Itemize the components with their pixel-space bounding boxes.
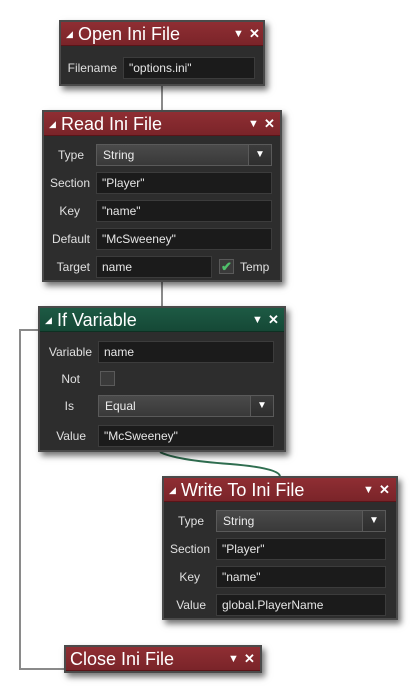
collapse-triangle-icon[interactable]: ◢ (49, 112, 56, 136)
dropdown-arrow-icon[interactable]: ▼ (252, 308, 263, 332)
key-label: Key (59, 204, 80, 218)
write-to-ini-file-header[interactable]: ◢ Write To Ini File ▼ ✕ (164, 478, 396, 502)
block-title: If Variable (57, 310, 137, 330)
if-variable-header[interactable]: ◢ If Variable ▼ ✕ (40, 308, 284, 332)
type-select[interactable]: String ▼ (216, 510, 386, 532)
dropdown-arrow-icon[interactable]: ▼ (363, 478, 374, 502)
select-arrow-icon[interactable]: ▼ (362, 511, 385, 531)
value-label: Value (56, 429, 86, 443)
filename-field[interactable]: "options.ini" (123, 57, 255, 79)
filename-label: Filename (67, 61, 117, 75)
value-field[interactable]: global.PlayerName (216, 594, 386, 616)
block-title: Write To Ini File (181, 480, 305, 500)
key-field[interactable]: "name" (216, 566, 386, 588)
open-ini-file-header[interactable]: ◢ Open Ini File ▼ ✕ (61, 22, 263, 46)
collapse-triangle-icon[interactable]: ◢ (169, 478, 176, 502)
section-label: Section (169, 542, 210, 556)
if-variable-block[interactable]: ◢ If Variable ▼ ✕ Variable name Not Is E… (38, 306, 286, 452)
is-select-value: Equal (105, 399, 136, 413)
variable-label: Variable (48, 345, 92, 359)
target-label: Target (56, 260, 90, 274)
section-label: Section (49, 176, 90, 190)
type-select-value: String (223, 514, 255, 528)
temp-label: Temp (240, 260, 270, 274)
collapse-triangle-icon[interactable]: ◢ (45, 308, 52, 332)
select-arrow-icon[interactable]: ▼ (248, 145, 271, 165)
type-select[interactable]: String ▼ (96, 144, 272, 166)
temp-checkbox[interactable]: ✔ (219, 259, 234, 274)
close-icon[interactable]: ✕ (379, 478, 390, 502)
block-title: Close Ini File (70, 649, 175, 669)
default-label: Default (51, 232, 90, 246)
dropdown-arrow-icon[interactable]: ▼ (248, 112, 259, 136)
block-title: Read Ini File (61, 114, 163, 134)
target-field[interactable]: name (96, 256, 212, 278)
open-ini-file-block[interactable]: ◢ Open Ini File ▼ ✕ Filename "options.in… (59, 20, 265, 86)
section-field[interactable]: "Player" (216, 538, 386, 560)
variable-field[interactable]: name (98, 341, 274, 363)
key-label: Key (179, 570, 200, 584)
type-select-value: String (103, 148, 135, 162)
type-label: Type (57, 148, 84, 162)
close-ini-file-block[interactable]: Close Ini File ▼ ✕ (64, 645, 262, 673)
dropdown-arrow-icon[interactable]: ▼ (228, 647, 239, 671)
value-label: Value (176, 598, 206, 612)
write-to-ini-file-block[interactable]: ◢ Write To Ini File ▼ ✕ Type String ▼ Se… (162, 476, 398, 620)
key-field[interactable]: "name" (96, 200, 272, 222)
read-ini-file-header[interactable]: ◢ Read Ini File ▼ ✕ (44, 112, 280, 136)
dropdown-arrow-icon[interactable]: ▼ (233, 22, 244, 46)
select-arrow-icon[interactable]: ▼ (250, 396, 273, 416)
is-select[interactable]: Equal ▼ (98, 395, 274, 417)
close-icon[interactable]: ✕ (268, 308, 279, 332)
close-icon[interactable]: ✕ (264, 112, 275, 136)
not-label: Not (61, 372, 80, 386)
collapse-triangle-icon[interactable]: ◢ (66, 22, 73, 46)
close-icon[interactable]: ✕ (249, 22, 260, 46)
read-ini-file-block[interactable]: ◢ Read Ini File ▼ ✕ Type String ▼ Sectio… (42, 110, 282, 282)
block-title: Open Ini File (78, 24, 181, 44)
value-field[interactable]: "McSweeney" (98, 425, 274, 447)
default-field[interactable]: "McSweeney" (96, 228, 272, 250)
type-label: Type (177, 514, 204, 528)
close-ini-file-header[interactable]: Close Ini File ▼ ✕ (66, 647, 260, 671)
is-label: Is (64, 399, 74, 413)
not-checkbox[interactable] (100, 371, 115, 386)
close-icon[interactable]: ✕ (244, 647, 255, 671)
section-field[interactable]: "Player" (96, 172, 272, 194)
wire-if-to-write (159, 451, 281, 477)
